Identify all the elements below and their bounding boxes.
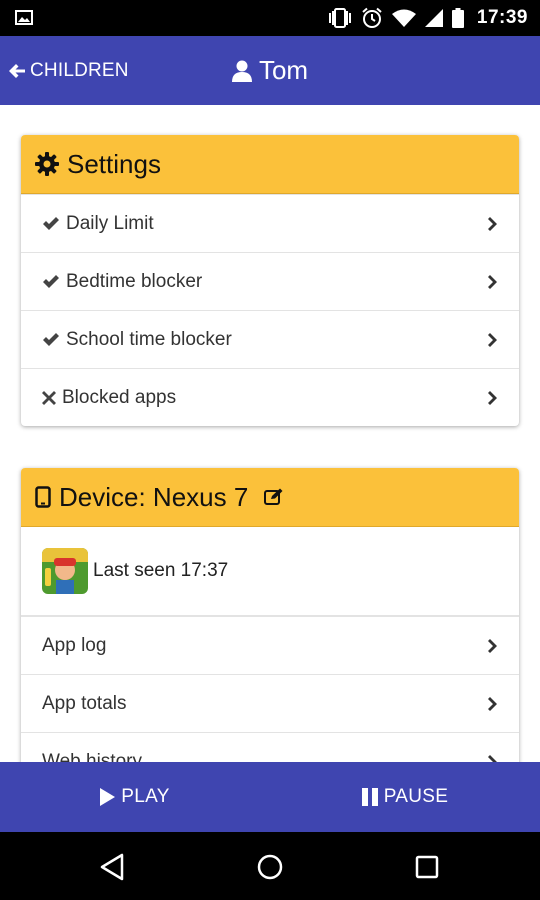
system-nav-bar [0, 832, 540, 900]
setting-bedtime-blocker[interactable]: Bedtime blocker [21, 252, 519, 310]
cross-icon [42, 390, 56, 405]
settings-card: Settings Daily Limit Bedtime blocker Sch… [21, 135, 519, 426]
home-circle-icon[interactable] [255, 852, 285, 882]
alarm-icon [362, 7, 382, 28]
setting-label: Daily Limit [66, 212, 154, 234]
back-label: CHILDREN [30, 59, 129, 81]
chevron-right-icon [488, 754, 497, 762]
bottom-action-bar: PLAY PAUSE [0, 762, 540, 832]
chevron-right-icon [488, 638, 497, 653]
back-triangle-icon[interactable] [98, 852, 128, 882]
chevron-right-icon [488, 390, 497, 405]
setting-blocked-apps[interactable]: Blocked apps [21, 368, 519, 426]
app-icon [42, 548, 88, 594]
setting-label: School time blocker [66, 328, 232, 350]
chevron-right-icon [488, 332, 497, 347]
play-button[interactable]: PLAY [0, 762, 270, 832]
device-item-label: App log [42, 634, 107, 656]
last-seen-text: Last seen 17:37 [93, 560, 229, 581]
status-time: 17:39 [476, 7, 528, 28]
signal-icon [424, 9, 443, 27]
edit-icon[interactable] [264, 488, 284, 506]
content-area[interactable]: Settings Daily Limit Bedtime blocker Sch… [0, 105, 540, 762]
device-last-seen: Last seen 17:37 [21, 527, 519, 616]
back-to-children-button[interactable]: CHILDREN [8, 36, 129, 105]
settings-header: Settings [21, 135, 519, 194]
check-icon [43, 217, 59, 230]
device-item-label: Web history [42, 750, 142, 763]
vibrate-icon [328, 8, 351, 28]
settings-title: Settings [67, 148, 161, 179]
child-name: Tom [258, 55, 309, 85]
setting-school-time-blocker[interactable]: School time blocker [21, 310, 519, 368]
gear-icon [35, 152, 59, 176]
device-card: Device: Nexus 7 Last seen 17:37 App log … [21, 468, 519, 762]
chevron-right-icon [488, 696, 497, 711]
device-item-web-history[interactable]: Web history [21, 732, 519, 762]
pause-button[interactable]: PAUSE [270, 762, 540, 832]
setting-daily-limit[interactable]: Daily Limit [21, 194, 519, 252]
recents-square-icon[interactable] [412, 852, 442, 882]
tablet-icon [35, 486, 51, 508]
chevron-right-icon [488, 216, 497, 231]
play-label: PLAY [121, 786, 170, 807]
pause-icon [361, 788, 378, 806]
play-icon [100, 788, 116, 806]
status-bar: 17:39 [0, 0, 540, 36]
user-icon [231, 60, 252, 82]
setting-label: Blocked apps [62, 386, 177, 408]
setting-label: Bedtime blocker [66, 270, 203, 292]
image-icon [15, 10, 33, 25]
device-item-app-totals[interactable]: App totals [21, 674, 519, 732]
battery-icon [451, 8, 464, 28]
device-item-label: App totals [42, 692, 127, 714]
chevron-right-icon [488, 274, 497, 289]
check-icon [43, 333, 59, 346]
pause-label: PAUSE [383, 786, 449, 807]
device-title: Device: Nexus 7 [59, 481, 249, 512]
check-icon [43, 275, 59, 288]
wifi-icon [391, 9, 416, 27]
device-item-app-log[interactable]: App log [21, 616, 519, 674]
app-bar: Tom CHILDREN [0, 36, 540, 105]
arrow-left-icon [9, 63, 25, 78]
device-header: Device: Nexus 7 [21, 468, 519, 527]
